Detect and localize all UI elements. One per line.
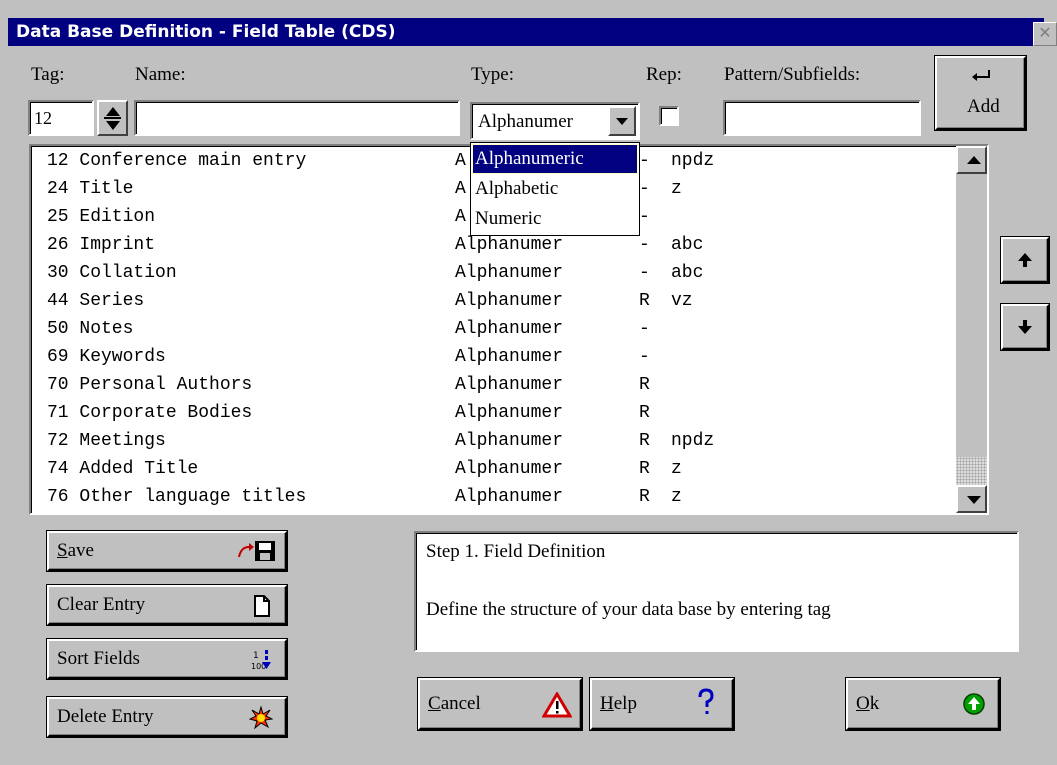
explosion-icon (249, 706, 273, 730)
sort-icon: 1 100 (251, 650, 271, 671)
move-down-button[interactable] (1000, 303, 1050, 351)
delete-entry-label: Delete Entry (57, 706, 154, 727)
info-heading: Step 1. Field Definition (426, 541, 606, 562)
pattern-input[interactable] (723, 100, 921, 136)
cancel-button-label: Cancel (428, 693, 481, 714)
scroll-up-button[interactable] (956, 146, 987, 174)
save-button[interactable]: Save (46, 530, 288, 572)
down-arrow-icon (1018, 320, 1032, 334)
tag-input[interactable]: 12 (28, 100, 94, 136)
info-text: Define the structure of your data base b… (426, 599, 831, 620)
svg-text:1: 1 (253, 651, 259, 661)
save-disk-icon (238, 541, 275, 561)
tag-input-value: 12 (34, 108, 52, 128)
spinner-down-icon[interactable] (106, 121, 120, 130)
question-mark-icon (698, 688, 714, 714)
cancel-button[interactable]: Cancel (417, 677, 583, 731)
spinner-divider (104, 117, 121, 119)
delete-entry-button[interactable]: Delete Entry (46, 696, 288, 738)
type-label: Type: (471, 64, 514, 85)
save-button-label: Save (57, 540, 94, 561)
sort-fields-button[interactable]: Sort Fields 1 100 (46, 638, 288, 680)
info-panel: Step 1. Field Definition Define the stru… (414, 531, 1019, 652)
rep-label: Rep: (646, 64, 682, 85)
move-up-button[interactable] (1000, 236, 1050, 284)
dropdown-option-alphabetic[interactable]: Alphabetic (473, 175, 637, 203)
dropdown-option-numeric[interactable]: Numeric (473, 205, 637, 233)
ok-button-label: Ok (856, 693, 880, 714)
type-select[interactable]: Alphanumer (470, 102, 640, 140)
ok-button[interactable]: Ok (845, 677, 1001, 731)
name-input[interactable] (134, 100, 460, 136)
list-scrollbar[interactable] (956, 146, 987, 513)
pattern-label: Pattern/Subfields: (724, 64, 861, 85)
rep-checkbox[interactable] (659, 106, 679, 126)
spinner-up-icon[interactable] (106, 107, 120, 116)
close-button[interactable]: ✕ (1033, 22, 1057, 46)
type-dropdown-list[interactable]: Alphanumeric Alphabetic Numeric (470, 142, 640, 236)
add-button[interactable]: Add (934, 55, 1027, 131)
dropdown-option-alphanumeric[interactable]: Alphanumeric (472, 144, 638, 174)
clear-entry-label: Clear Entry (57, 594, 146, 615)
add-button-label: Add (967, 96, 1000, 117)
tag-label: Tag: (31, 64, 65, 85)
green-up-arrow-icon (963, 693, 985, 715)
scroll-down-button[interactable] (956, 485, 987, 513)
window-title: Data Base Definition - Field Table (CDS) (16, 22, 396, 42)
blank-page-icon (254, 595, 270, 617)
name-label: Name: (135, 64, 186, 85)
warning-triangle-icon (542, 692, 572, 718)
type-select-value: Alphanumer (478, 111, 573, 132)
scrollbar-thumb[interactable] (956, 457, 987, 485)
type-dropdown-button[interactable] (608, 106, 636, 136)
enter-arrow-icon (972, 70, 990, 81)
tag-spinner[interactable] (97, 100, 128, 136)
up-arrow-icon (1018, 253, 1032, 267)
scrollbar-track[interactable] (956, 174, 987, 485)
scroll-down-icon (967, 496, 981, 504)
help-button[interactable]: Help (589, 677, 735, 731)
clear-entry-button[interactable]: Clear Entry (46, 584, 288, 626)
scroll-up-icon (967, 156, 981, 164)
chevron-down-icon (616, 118, 628, 125)
sort-fields-label: Sort Fields (57, 648, 140, 669)
help-button-label: Help (600, 693, 637, 714)
